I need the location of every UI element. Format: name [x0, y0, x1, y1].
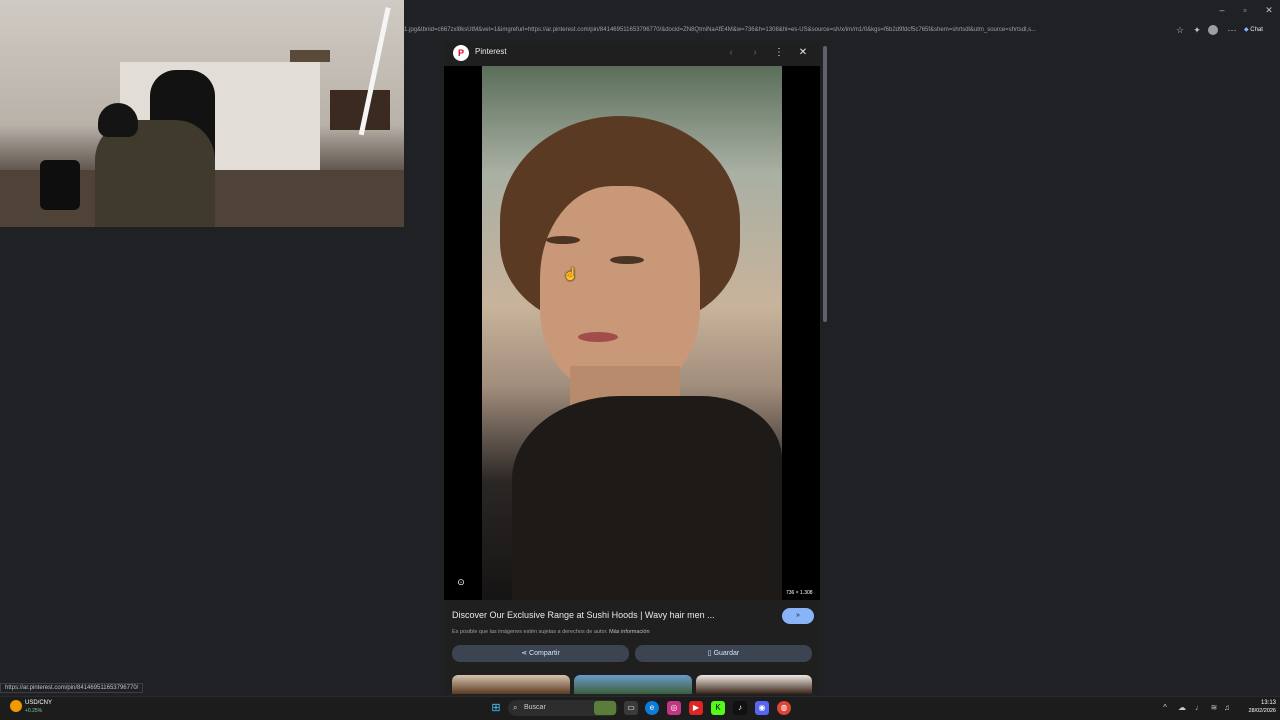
task-view-icon[interactable]: ▭: [624, 701, 638, 715]
related-thumbnail[interactable]: [452, 675, 570, 694]
panel-scrollbar-thumb[interactable]: [823, 46, 827, 322]
menu-dots-icon[interactable]: ⋯: [1226, 24, 1238, 36]
ticker-icon: [10, 700, 22, 712]
tiktok-icon[interactable]: ♪: [733, 701, 747, 715]
visit-button[interactable]: »: [782, 608, 814, 624]
share-label: Compartir: [529, 650, 560, 657]
share-button[interactable]: ⋖ Compartir: [452, 645, 629, 662]
search-icon: ⌕: [513, 703, 518, 712]
previous-icon[interactable]: ‹: [724, 46, 738, 60]
volume-icon[interactable]: ♫: [1222, 703, 1232, 713]
clock-date[interactable]: 28/02/2026: [1236, 708, 1276, 714]
photo-eye-left: [546, 236, 580, 244]
bookmark-icon: ▯: [707, 650, 712, 657]
close-panel-icon[interactable]: ✕: [796, 46, 810, 60]
mouse-cursor-icon: ☝: [563, 267, 578, 281]
chat-label: Chat: [1250, 27, 1263, 33]
chat-button[interactable]: ◆ Chat: [1244, 23, 1278, 37]
more-info-link[interactable]: Más información: [609, 629, 649, 635]
more-options-icon[interactable]: ⋮: [772, 46, 786, 60]
copyright-notice: Es posible que las imágenes estén sujeta…: [452, 629, 650, 635]
visit-label: »: [796, 612, 800, 619]
next-icon[interactable]: ›: [748, 46, 762, 60]
preview-image[interactable]: [482, 66, 782, 600]
chat-icon: ◆: [1244, 27, 1249, 33]
related-thumbnail[interactable]: [696, 675, 812, 694]
minimize-icon[interactable]: –: [1215, 4, 1229, 16]
discord-icon[interactable]: ◉: [755, 701, 769, 715]
photo-eye-right: [610, 256, 644, 264]
youtube-icon[interactable]: ▶: [689, 701, 703, 715]
extensions-icon[interactable]: ✦: [1191, 24, 1203, 36]
tray-chevron-icon[interactable]: ^: [1160, 703, 1170, 713]
photo-face: [540, 186, 700, 391]
windows-icon[interactable]: ⊞: [490, 702, 502, 714]
address-bar-url[interactable]: 1.jpg&tbnid=c667zxl8ksUtM&vet=1&imgrefur…: [404, 24, 1174, 36]
instagram-icon[interactable]: ◎: [667, 701, 681, 715]
star-icon[interactable]: ☆: [1174, 24, 1186, 36]
share-icon: ⋖: [521, 650, 528, 657]
close-window-icon[interactable]: ✕: [1262, 4, 1276, 16]
panel-source-title[interactable]: Pinterest: [475, 47, 507, 56]
copyright-text: Es posible que las imágenes estén sujeta…: [452, 629, 608, 635]
mic-icon[interactable]: ♩: [1194, 703, 1204, 713]
photo-shirt: [512, 396, 782, 600]
restore-icon[interactable]: ▫: [1238, 4, 1252, 16]
taskbar: [0, 696, 1280, 720]
lens-search-icon[interactable]: ⊙: [455, 576, 467, 588]
ticker-change: +0.25%: [25, 708, 43, 714]
kick-icon[interactable]: K: [711, 701, 725, 715]
webcam-cap: [98, 103, 138, 137]
edge-icon[interactable]: e: [645, 701, 659, 715]
webcam-light-strip: [358, 7, 404, 139]
save-button[interactable]: ▯ Guardar: [635, 645, 812, 662]
related-thumbnail[interactable]: [574, 675, 692, 694]
search-highlight-icon[interactable]: [594, 701, 616, 715]
pinterest-logo-icon: P: [453, 45, 469, 61]
webcam-overlay: [0, 0, 404, 227]
ticker-name[interactable]: USD/CNY: [25, 700, 52, 706]
wifi-icon[interactable]: ≋: [1209, 703, 1219, 713]
profile-avatar[interactable]: [1208, 25, 1218, 35]
photo-lips: [578, 332, 618, 342]
webcam-microphone: [40, 160, 80, 210]
webcam-shelf: [290, 50, 330, 62]
image-dimensions: 736 × 1.308: [786, 590, 813, 596]
status-url: https://ar.pinterest.com/pin/84146951165…: [0, 683, 144, 693]
onedrive-icon[interactable]: ☁: [1177, 703, 1187, 713]
clock-time[interactable]: 13:13: [1246, 700, 1276, 706]
pin-title[interactable]: Discover Our Exclusive Range at Sushi Ho…: [452, 610, 772, 620]
chrome-icon[interactable]: ◍: [777, 701, 791, 715]
save-label: Guardar: [713, 650, 740, 657]
